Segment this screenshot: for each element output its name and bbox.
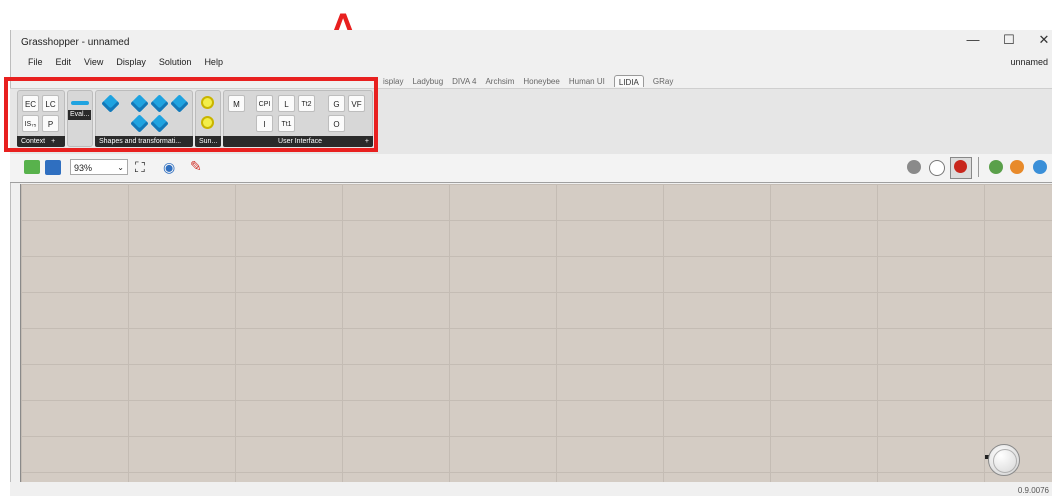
- preview-mode-icon[interactable]: [907, 160, 921, 174]
- tab-gray[interactable]: GRay: [653, 77, 673, 87]
- close-button[interactable]: ✕: [1033, 32, 1052, 48]
- zoom-extents-icon[interactable]: ⛶: [135, 159, 145, 175]
- document-name: unnamed: [1010, 57, 1048, 67]
- open-file-icon[interactable]: [24, 160, 40, 174]
- minimize-button[interactable]: —: [962, 32, 984, 47]
- wireframe-preview-icon[interactable]: [929, 160, 945, 176]
- menu-solution[interactable]: Solution: [159, 57, 192, 67]
- selected-preview-icon[interactable]: [989, 160, 1003, 174]
- version-label: 0.9.0076: [1017, 486, 1049, 495]
- menu-bar: File Edit View Display Solution Help: [28, 57, 223, 67]
- save-file-icon[interactable]: [45, 160, 61, 175]
- toolbar-divider: [978, 157, 979, 177]
- tab-diva4[interactable]: DIVA 4: [452, 77, 476, 87]
- component-tabs: isplay Ladybug DIVA 4 Archsim Honeybee H…: [383, 75, 673, 87]
- tab-human-ui[interactable]: Human UI: [569, 77, 605, 87]
- preview-eye-icon[interactable]: ◉: [163, 159, 175, 175]
- chevron-down-icon: ⌄: [117, 163, 124, 172]
- menu-edit[interactable]: Edit: [56, 57, 72, 67]
- zoom-value: 93%: [74, 163, 93, 173]
- tab-display[interactable]: isplay: [383, 77, 403, 87]
- status-bar: [10, 482, 1052, 496]
- grasshopper-canvas[interactable]: [20, 184, 1052, 482]
- sketch-pen-icon[interactable]: ✎: [190, 158, 202, 174]
- tab-honeybee[interactable]: Honeybee: [523, 77, 559, 87]
- menu-display[interactable]: Display: [116, 57, 146, 67]
- document-preview-icon[interactable]: [1033, 160, 1047, 174]
- maximize-button[interactable]: ☐: [998, 32, 1020, 48]
- menu-help[interactable]: Help: [204, 57, 223, 67]
- tab-archsim[interactable]: Archsim: [485, 77, 514, 87]
- menu-file[interactable]: File: [28, 57, 43, 67]
- canvas-navigation-widget[interactable]: [988, 444, 1020, 476]
- window-title: Grasshopper - unnamed: [21, 37, 130, 48]
- highlight-box: [4, 77, 378, 152]
- menu-view[interactable]: View: [84, 57, 103, 67]
- tab-lidia[interactable]: LIDIA: [613, 75, 644, 87]
- material-preview-icon[interactable]: [1010, 160, 1024, 174]
- zoom-select[interactable]: 93% ⌄: [70, 159, 128, 175]
- tab-ladybug[interactable]: Ladybug: [412, 77, 443, 87]
- shaded-preview-icon: [954, 160, 967, 173]
